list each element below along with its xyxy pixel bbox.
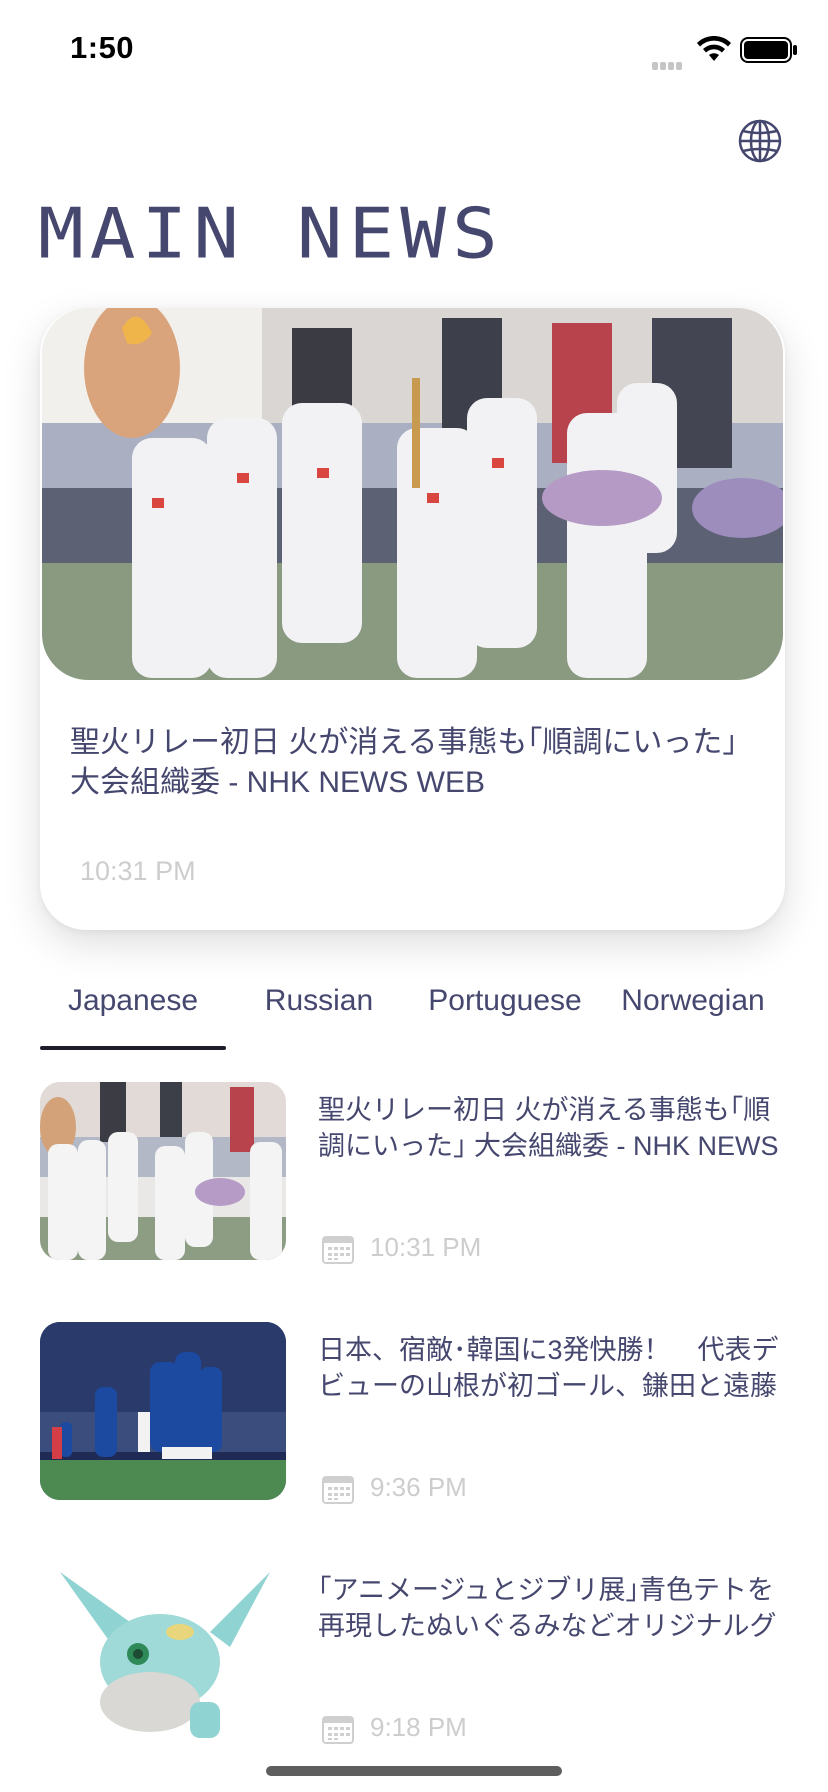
- news-time: 9:36 PM: [370, 1472, 467, 1502]
- news-thumbnail: [40, 1082, 286, 1260]
- cellular-signal-icon: [652, 52, 684, 70]
- featured-news-card[interactable]: 聖火リレー初日 火が消える事態も｢順調にいった｣ 大会組織委 - NHK NEW…: [40, 308, 785, 930]
- tab-norwegian[interactable]: Norwegian: [598, 984, 788, 1024]
- page-title: MAIN NEWS: [38, 192, 504, 274]
- calendar-icon: [322, 1236, 354, 1264]
- calendar-icon: [322, 1476, 354, 1504]
- news-list-item[interactable]: ｢アニメージュとジブリ展｣青色テトを再現したぬいぐるみなどオリジナルグッズ 9:…: [0, 1562, 828, 1744]
- featured-news-time: 10:31 PM: [80, 856, 196, 886]
- news-title: 聖火リレー初日 火が消える事態も｢順調にいった｣ 大会組織委 - NHK NEW…: [318, 1095, 779, 1161]
- featured-news-title: 聖火リレー初日 火が消える事態も｢順調にいった｣ 大会組織委 - NHK NEW…: [70, 726, 738, 799]
- home-indicator[interactable]: [266, 1766, 562, 1776]
- status-bar: 1:50: [0, 0, 828, 100]
- tab-japanese[interactable]: Japanese: [40, 984, 226, 1024]
- calendar-icon: [322, 1716, 354, 1744]
- tab-russian[interactable]: Russian: [226, 984, 412, 1024]
- status-time: 1:50: [70, 30, 135, 65]
- news-time: 10:31 PM: [370, 1232, 482, 1262]
- news-list-item[interactable]: 日本、宿敵･韓国に3発快勝！ 代表デビューの山根が初ゴール、鎌田と遠藤が 9:3…: [0, 1322, 828, 1504]
- tab-selected-indicator: [40, 1046, 226, 1050]
- news-thumbnail: [40, 1562, 286, 1740]
- news-thumbnail: [40, 1322, 286, 1500]
- news-title: 日本、宿敵･韓国に3発快勝！ 代表デビューの山根が初ゴール、鎌田と遠藤が: [318, 1335, 779, 1401]
- featured-news-image: [42, 308, 783, 680]
- wifi-icon: [697, 36, 731, 61]
- tab-portuguese[interactable]: Portuguese: [412, 984, 598, 1024]
- globe-icon[interactable]: [737, 118, 783, 164]
- news-time: 9:18 PM: [370, 1712, 467, 1742]
- news-title: ｢アニメージュとジブリ展｣青色テトを再現したぬいぐるみなどオリジナルグッズ: [318, 1575, 777, 1641]
- battery-icon: [740, 37, 797, 63]
- news-list-item[interactable]: 聖火リレー初日 火が消える事態も｢順調にいった｣ 大会組織委 - NHK NEW…: [0, 1082, 828, 1264]
